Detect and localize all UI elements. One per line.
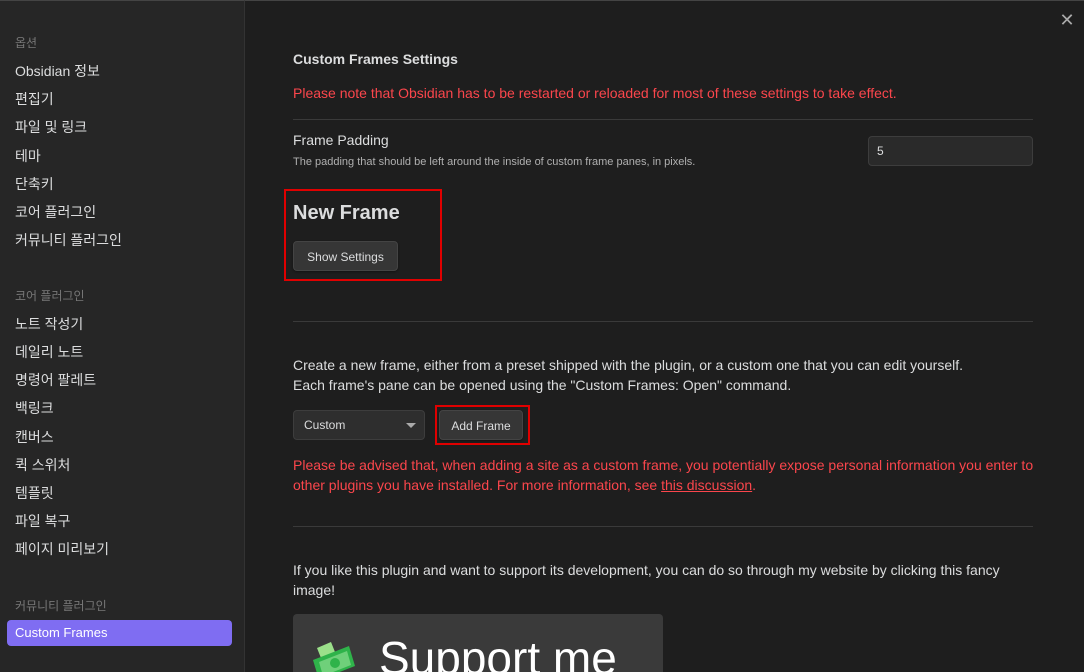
add-frame-button[interactable]: Add Frame bbox=[439, 410, 523, 440]
sidebar-item-canvas[interactable]: 캔버스 bbox=[15, 428, 54, 446]
discussion-link[interactable]: this discussion bbox=[661, 477, 752, 493]
sidebar-item-command-palette[interactable]: 명령어 팔레트 bbox=[15, 371, 96, 389]
create-frame-text-2: Each frame's pane can be opened using th… bbox=[293, 377, 792, 393]
sidebar-item-editor[interactable]: 편집기 bbox=[15, 90, 54, 108]
support-me-text: Support me bbox=[379, 632, 617, 672]
sidebar-item-files-links[interactable]: 파일 및 링크 bbox=[15, 118, 87, 136]
new-frame-title: New Frame bbox=[293, 202, 400, 224]
sidebar-item-templates[interactable]: 템플릿 bbox=[15, 484, 54, 502]
sidebar-item-about[interactable]: Obsidian 정보 bbox=[15, 62, 100, 80]
settings-sidebar: 옵션 Obsidian 정보 편집기 파일 및 링크 테마 단축키 코어 플러그… bbox=[0, 0, 245, 672]
divider bbox=[293, 321, 1033, 322]
sidebar-item-backlinks[interactable]: 백링크 bbox=[15, 399, 54, 417]
privacy-warning-end: . bbox=[752, 477, 757, 493]
preset-select-value: Custom bbox=[304, 418, 346, 432]
support-text: If you like this plugin and want to supp… bbox=[293, 562, 1000, 598]
sidebar-item-theme[interactable]: 테마 bbox=[15, 147, 41, 165]
restart-notice: Please note that Obsidian has to be rest… bbox=[293, 85, 897, 101]
money-icon bbox=[313, 642, 355, 672]
chevron-down-icon bbox=[406, 423, 416, 428]
sidebar-item-file-recovery[interactable]: 파일 복구 bbox=[15, 512, 70, 530]
sidebar-heading-options: 옵션 bbox=[15, 36, 38, 50]
create-frame-text: Create a new frame, either from a preset… bbox=[293, 357, 964, 373]
sidebar-item-page-preview[interactable]: 페이지 미리보기 bbox=[15, 540, 109, 558]
page-title: Custom Frames Settings bbox=[293, 51, 458, 67]
sidebar-item-note-composer[interactable]: 노트 작성기 bbox=[15, 315, 83, 333]
sidebar-item-custom-frames[interactable]: Custom Frames bbox=[7, 620, 232, 646]
sidebar-item-core-plugins[interactable]: 코어 플러그인 bbox=[15, 203, 96, 221]
frame-padding-input[interactable]: 5 bbox=[868, 136, 1033, 166]
sidebar-heading-core: 코어 플러그인 bbox=[15, 289, 85, 303]
privacy-warning: Please be advised that, when adding a si… bbox=[293, 455, 1038, 495]
support-me-image[interactable]: Support me bbox=[293, 614, 663, 672]
frame-padding-label: Frame Padding bbox=[293, 132, 389, 148]
sidebar-heading-community: 커뮤니티 플러그인 bbox=[15, 599, 107, 613]
sidebar-item-daily-notes[interactable]: 데일리 노트 bbox=[15, 343, 83, 361]
sidebar-item-community-plugins[interactable]: 커뮤니티 플러그인 bbox=[15, 231, 122, 249]
divider bbox=[293, 119, 1033, 120]
show-settings-button[interactable]: Show Settings bbox=[293, 241, 398, 271]
settings-content: ✕ Custom Frames Settings Please note tha… bbox=[245, 0, 1084, 672]
sidebar-item-hotkeys[interactable]: 단축키 bbox=[15, 175, 54, 193]
frame-padding-description: The padding that should be left around t… bbox=[293, 156, 696, 168]
sidebar-item-quick-switcher[interactable]: 퀵 스위처 bbox=[15, 456, 70, 474]
preset-select[interactable]: Custom bbox=[293, 410, 425, 440]
close-icon[interactable]: ✕ bbox=[1058, 11, 1076, 29]
divider bbox=[293, 526, 1033, 527]
